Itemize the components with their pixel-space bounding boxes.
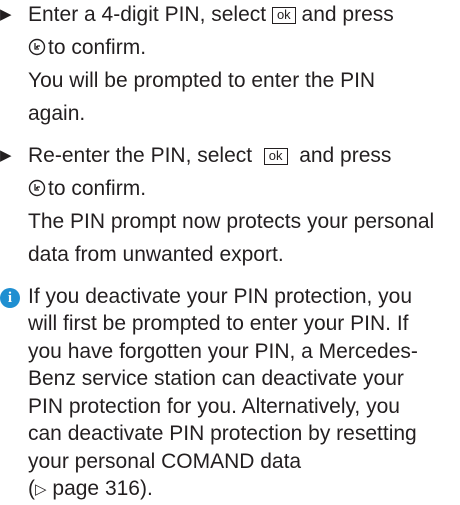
- note-page-ref: (▷ page 316).: [28, 474, 153, 504]
- step-2-text-b: and press: [299, 144, 392, 167]
- note-line-2: will first be prompted to enter your PIN…: [28, 312, 409, 336]
- step-2-line-1: ▶ Re-enter the PIN, select ok and press: [0, 141, 391, 171]
- step-1-result-1: You will be prompted to enter the PIN: [28, 69, 376, 92]
- step-2-text-a: Re-enter the PIN, select: [28, 144, 253, 167]
- step-1-line-2: to confirm.: [28, 33, 146, 63]
- note-line-1: i If you deactivate your PIN protection, …: [0, 282, 412, 312]
- controller-press-icon: [28, 179, 46, 197]
- step-2-line-2: to confirm.: [28, 174, 146, 204]
- step-2-result-1: The PIN prompt now protects your persona…: [28, 210, 435, 233]
- step-1-text-c: to confirm.: [48, 36, 147, 59]
- ok-key-icon: ok: [271, 7, 296, 24]
- info-icon: i: [0, 288, 20, 308]
- step-1-result-2: again.: [28, 102, 86, 125]
- step-1-text-a: Enter a 4-digit PIN, select: [28, 3, 267, 26]
- ok-key-icon: ok: [263, 148, 288, 165]
- note-line-6: can deactivate PIN protection by resetti…: [28, 422, 417, 446]
- note-line-7: your personal COMAND data: [28, 449, 302, 473]
- note-line-3: you have forgotten your PIN, a Mercedes-: [28, 339, 418, 363]
- note-line-4: Benz service station can deactivate your: [28, 367, 404, 391]
- step-2-result-2: data from unwanted export.: [28, 243, 284, 266]
- bullet-arrow-icon: ▶: [0, 147, 12, 164]
- controller-press-icon: [28, 38, 46, 56]
- note-line-5: PIN protection for you. Alternatively, y…: [28, 394, 400, 418]
- note-text-1: If you deactivate your PIN protection, y…: [28, 285, 413, 308]
- page-ref-text: page 316).: [52, 477, 153, 500]
- page-ref-arrow-icon: ▷: [35, 481, 47, 498]
- step-2-text-c: to confirm.: [48, 177, 147, 200]
- step-1-text-b: and press: [301, 3, 394, 26]
- bullet-arrow-icon: ▶: [0, 6, 12, 23]
- step-1-line-1: ▶ Enter a 4-digit PIN, select ok and pres…: [0, 0, 394, 30]
